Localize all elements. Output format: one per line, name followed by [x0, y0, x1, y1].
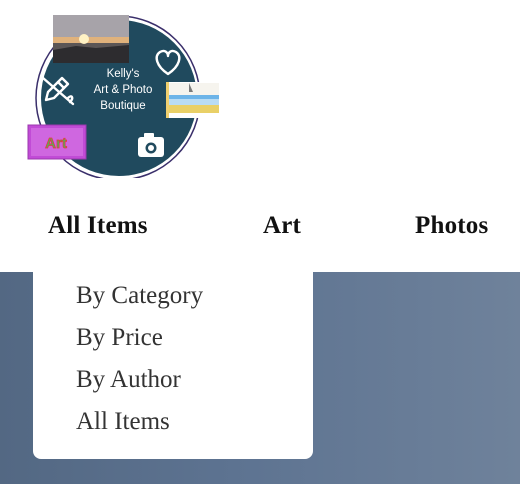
nav-item-photos[interactable]: Photos: [415, 212, 488, 240]
logo-line-1: Kelly's: [107, 68, 140, 80]
nav-item-art[interactable]: Art: [263, 212, 301, 240]
dropdown-item-all-items[interactable]: All Items: [76, 408, 170, 436]
dropdown-item-by-author[interactable]: By Author: [76, 366, 181, 394]
sunset-photo-thumbnail: [53, 15, 129, 63]
dropdown-item-by-category[interactable]: By Category: [76, 282, 203, 310]
logo-line-3: Boutique: [100, 100, 145, 112]
main-nav: All Items Art Photos: [0, 212, 520, 252]
nav-item-all-items[interactable]: All Items: [48, 212, 148, 240]
site-logo[interactable]: Kelly's Art & Photo Boutique Art: [26, 12, 222, 178]
dropdown-item-by-price[interactable]: By Price: [76, 324, 163, 352]
sailboat-drawing-thumbnail: [166, 82, 220, 118]
site-header: Kelly's Art & Photo Boutique Art All Ite…: [0, 0, 520, 272]
art-badge-text: Art: [45, 135, 67, 152]
logo-line-2: Art & Photo: [94, 84, 153, 96]
all-items-dropdown-menu: By Category By Price By Author All Items: [33, 272, 313, 459]
art-badge-thumbnail: Art: [27, 124, 87, 160]
